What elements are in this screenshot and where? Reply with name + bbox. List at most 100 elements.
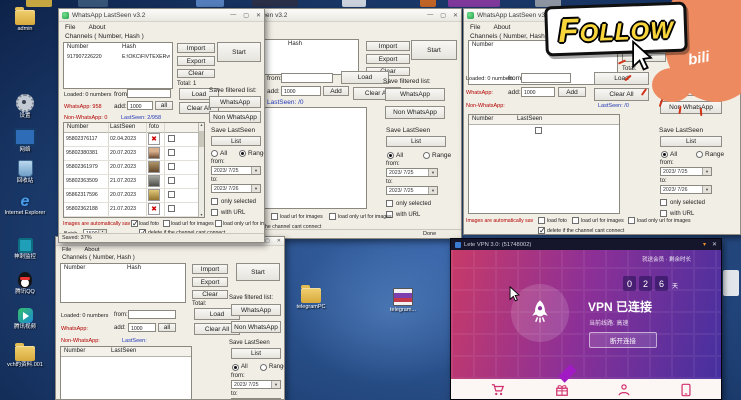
titlebar[interactable]: WhatsApp LastSeen v3.2 —▢✕: [59, 9, 264, 22]
to-date-picker[interactable]: 2023/ 7/25▾: [386, 186, 438, 195]
dropdown-icon[interactable]: ▾: [428, 169, 437, 176]
menu-file[interactable]: File: [65, 24, 75, 31]
close-icon[interactable]: ✕: [453, 12, 458, 19]
maximize-icon[interactable]: ▢: [440, 12, 446, 19]
channels-list[interactable]: Number Hash 917907226220 E:\OKC\FIVTEXER…: [63, 42, 173, 89]
only-selected-checkbox[interactable]: [211, 198, 218, 205]
add-input[interactable]: 1000: [521, 87, 555, 97]
load-url-checkbox[interactable]: [163, 220, 170, 227]
load-foto-checkbox[interactable]: [538, 217, 545, 224]
to-date-picker[interactable]: 2023/ 7/26▾: [660, 185, 712, 194]
list-button[interactable]: List: [231, 348, 281, 359]
table-row[interactable]: 95802362188 21.07.2023 ✖: [64, 202, 199, 217]
table-scrollbar[interactable]: ▲▼: [198, 123, 204, 217]
non-whatsapp-button[interactable]: Non WhatsApp: [231, 321, 281, 333]
partial-icon[interactable]: [196, 0, 224, 7]
partial-icon[interactable]: [448, 0, 500, 7]
close-icon[interactable]: ✕: [277, 238, 281, 244]
titlebar[interactable]: Lete VPN 3.0: (51748002) ▾✕: [451, 239, 721, 250]
whatsapp-button[interactable]: WhatsApp: [231, 304, 281, 316]
dropdown-icon[interactable]: ▾: [251, 167, 260, 174]
partial-icon[interactable]: [78, 0, 108, 7]
from-input[interactable]: [127, 89, 171, 98]
load-foto-checkbox[interactable]: [131, 220, 138, 227]
add-input[interactable]: 1000: [127, 101, 153, 110]
start-button[interactable]: Start: [411, 40, 457, 60]
from-input[interactable]: [521, 73, 571, 83]
menu-about[interactable]: About: [88, 24, 105, 31]
only-selected-checkbox[interactable]: [660, 199, 667, 206]
desktop-icon-network[interactable]: 网络: [2, 128, 48, 153]
from-input[interactable]: [128, 310, 176, 319]
dropdown-icon[interactable]: ▾: [702, 186, 711, 193]
table-row[interactable]: 95802361979 20.07.2023: [64, 160, 199, 175]
account-icon[interactable]: [617, 383, 631, 397]
add-button[interactable]: Add: [558, 87, 586, 97]
non-whatsapp-button[interactable]: Non WhatsApp: [660, 101, 722, 114]
export-button[interactable]: Export: [192, 277, 228, 287]
table-row[interactable]: 95802380381 20.07.2023: [64, 146, 199, 161]
desktop-icon-video[interactable]: 腾讯视频: [2, 308, 48, 330]
add-button[interactable]: Add: [323, 86, 349, 96]
radio-range[interactable]: [696, 151, 703, 158]
disconnect-button[interactable]: 断开连接: [589, 332, 657, 348]
maximize-icon[interactable]: ▢: [243, 12, 249, 19]
clear-button[interactable]: Clear: [192, 290, 228, 299]
load-only-url-checkbox[interactable]: [215, 220, 222, 227]
dropdown-icon[interactable]: ▾: [251, 185, 260, 192]
partial-icon[interactable]: [342, 0, 366, 7]
radio-range[interactable]: [260, 364, 267, 371]
only-selected-checkbox[interactable]: [386, 200, 393, 207]
table-row[interactable]: 95802376117 02.04.2023 ✖: [64, 132, 199, 147]
from-date-picker[interactable]: 2023/ 7/25▾: [660, 167, 712, 176]
export-button[interactable]: Export: [366, 54, 410, 64]
row-checkbox[interactable]: [168, 149, 175, 156]
device-icon[interactable]: [679, 383, 693, 397]
with-url-checkbox[interactable]: [211, 209, 218, 216]
menu-file[interactable]: File: [470, 24, 480, 31]
from-date-picker[interactable]: 2023/ 7/25▾: [211, 166, 261, 175]
export-button[interactable]: Export: [177, 56, 215, 66]
partial-icon[interactable]: [420, 0, 436, 7]
delete-channel-checkbox[interactable]: [538, 227, 545, 234]
close-icon[interactable]: ✕: [712, 241, 717, 248]
load-url-checkbox[interactable]: [271, 213, 278, 220]
start-button[interactable]: Start: [217, 42, 261, 62]
list-button[interactable]: List: [660, 136, 722, 147]
partial-icon[interactable]: [252, 0, 298, 7]
clear-button[interactable]: Clear: [177, 69, 215, 78]
import-button[interactable]: Import: [366, 41, 410, 51]
whatsapp-button[interactable]: WhatsApp: [385, 88, 445, 101]
dropdown-icon[interactable]: ▾: [428, 187, 437, 194]
minimize-icon[interactable]: —: [427, 12, 433, 19]
load-only-url-checkbox[interactable]: [628, 217, 635, 224]
list-button[interactable]: List: [211, 136, 261, 146]
row-checkbox[interactable]: [168, 191, 175, 198]
add-button[interactable]: all: [158, 323, 176, 332]
desktop-icon-ie[interactable]: e Internet Explorer: [2, 194, 48, 216]
desktop-icon-monitor[interactable]: 神刺监控: [2, 238, 48, 260]
gift-icon[interactable]: [555, 383, 569, 397]
with-url-checkbox[interactable]: [660, 210, 667, 217]
add-button[interactable]: all: [155, 101, 173, 110]
load-url-checkbox[interactable]: [572, 217, 579, 224]
dropdown-icon[interactable]: ▾: [703, 241, 706, 248]
desktop-icon-telegram-rar[interactable]: telegram...: [380, 288, 426, 313]
load-button[interactable]: Load: [594, 72, 649, 85]
load-only-url-checkbox[interactable]: [329, 213, 336, 220]
from-input[interactable]: [281, 73, 333, 83]
radio-all[interactable]: [211, 150, 218, 157]
dropdown-icon[interactable]: ▾: [271, 381, 280, 388]
desktop-icon-telegrampc[interactable]: telegramPC: [288, 288, 334, 310]
table-row[interactable]: 95862317596 20.07.2023: [64, 188, 199, 203]
from-date-picker[interactable]: 2023/ 7/25▾: [231, 380, 281, 389]
desktop-icon-admin[interactable]: admin: [2, 10, 48, 32]
from-date-picker[interactable]: 2023/ 7/25▾: [386, 168, 438, 177]
dropdown-icon[interactable]: ▾: [702, 168, 711, 175]
row-checkbox[interactable]: [168, 205, 175, 212]
radio-all[interactable]: [387, 152, 394, 159]
minimize-icon[interactable]: —: [230, 12, 236, 19]
non-whatsapp-button[interactable]: Non WhatsApp: [209, 111, 261, 123]
row-checkbox[interactable]: [168, 163, 175, 170]
radio-all[interactable]: [232, 364, 239, 371]
